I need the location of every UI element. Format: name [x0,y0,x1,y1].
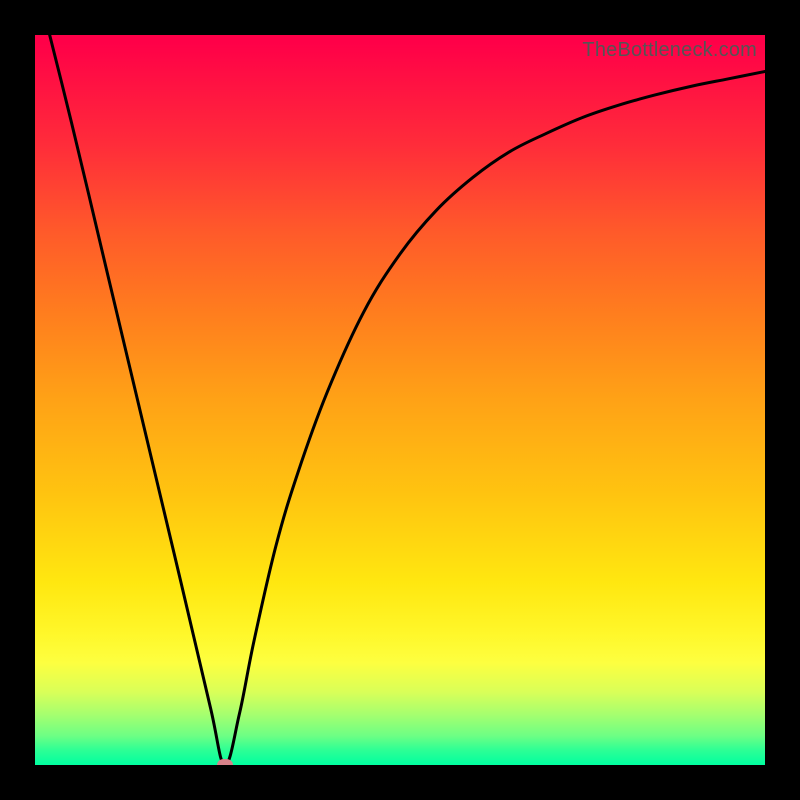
minimum-marker [217,759,233,765]
plot-area: TheBottleneck.com [35,35,765,765]
curve-svg [35,35,765,765]
bottleneck-curve-path [35,35,765,765]
chart-frame: TheBottleneck.com [0,0,800,800]
